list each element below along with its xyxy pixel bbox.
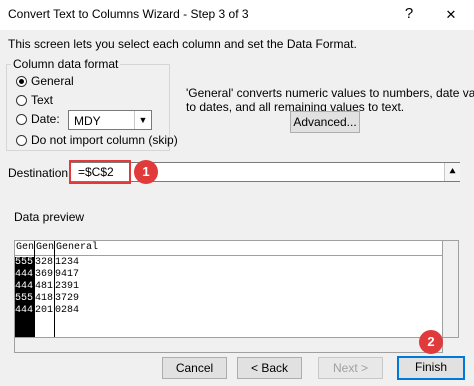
advanced-button[interactable]: Advanced... (290, 111, 360, 133)
radio-general[interactable] (16, 76, 27, 87)
date-format-value: MDY (74, 114, 101, 128)
window-title: Convert Text to Columns Wizard - Step 3 … (8, 7, 249, 21)
preview-cell: 2391 (55, 281, 80, 292)
preview-cell-selected: 555 (15, 257, 34, 269)
radio-skip[interactable] (16, 135, 27, 146)
group-legend: Column data format (13, 57, 119, 71)
preview-label: Data preview (14, 210, 85, 224)
radio-text[interactable] (16, 95, 27, 106)
preview-cell: 0284 (55, 305, 80, 316)
finish-button[interactable]: Finish (397, 356, 465, 380)
preview-col-header[interactable]: General (56, 242, 98, 253)
preview-header: Gen Gen General (15, 241, 442, 256)
preview-col-header[interactable]: Gen (16, 242, 34, 253)
preview-cell: 481 (35, 281, 54, 292)
back-button[interactable]: < Back (237, 357, 302, 379)
collapse-dialog-icon[interactable]: ⯅ (444, 163, 460, 181)
preview-cell: 328 (35, 257, 54, 268)
annotation-badge-1: 1 (134, 160, 158, 184)
close-button[interactable]: ✕ (440, 7, 462, 23)
preview-cell-selected: 444 (15, 269, 34, 281)
next-button[interactable]: Next > (318, 357, 383, 379)
preview-cell: 201 (35, 305, 54, 316)
help-button[interactable]: ? (398, 5, 420, 22)
description-line1: 'General' converts numeric values to num… (186, 86, 474, 100)
preview-cell: 1234 (55, 257, 80, 268)
data-preview[interactable]: Gen Gen General 555 328 1234 444 369 941… (14, 240, 443, 338)
radio-skip-label: Do not import column (skip) (31, 133, 178, 147)
preview-horizontal-scrollbar[interactable] (14, 338, 443, 353)
date-format-select[interactable]: MDY ▼ (68, 110, 152, 130)
preview-cell-selected: 444 (15, 281, 34, 293)
radio-date[interactable] (16, 114, 27, 125)
preview-cell-selected: 555 (15, 293, 34, 305)
radio-date-label: Date: (31, 112, 60, 126)
preview-cell: 369 (35, 269, 54, 280)
cancel-button[interactable]: Cancel (162, 357, 227, 379)
intro-text: This screen lets you select each column … (8, 37, 357, 51)
preview-col-header[interactable]: Gen (36, 242, 54, 253)
preview-cell: 9417 (55, 269, 80, 280)
preview-cell: 418 (35, 293, 54, 304)
column-divider[interactable] (34, 241, 35, 337)
radio-text-label: Text (31, 93, 54, 107)
annotation-badge-2: 2 (419, 330, 443, 354)
destination-label: Destination: (8, 166, 72, 180)
annotation-highlight (69, 160, 131, 184)
chevron-down-icon: ▼ (134, 111, 151, 129)
radio-general-label: General (31, 74, 74, 88)
preview-vertical-scrollbar[interactable] (443, 240, 459, 338)
preview-selected-column-fill (15, 317, 34, 337)
preview-cell: 3729 (55, 293, 80, 304)
preview-cell-selected: 444 (15, 305, 34, 317)
column-divider[interactable] (54, 241, 55, 337)
